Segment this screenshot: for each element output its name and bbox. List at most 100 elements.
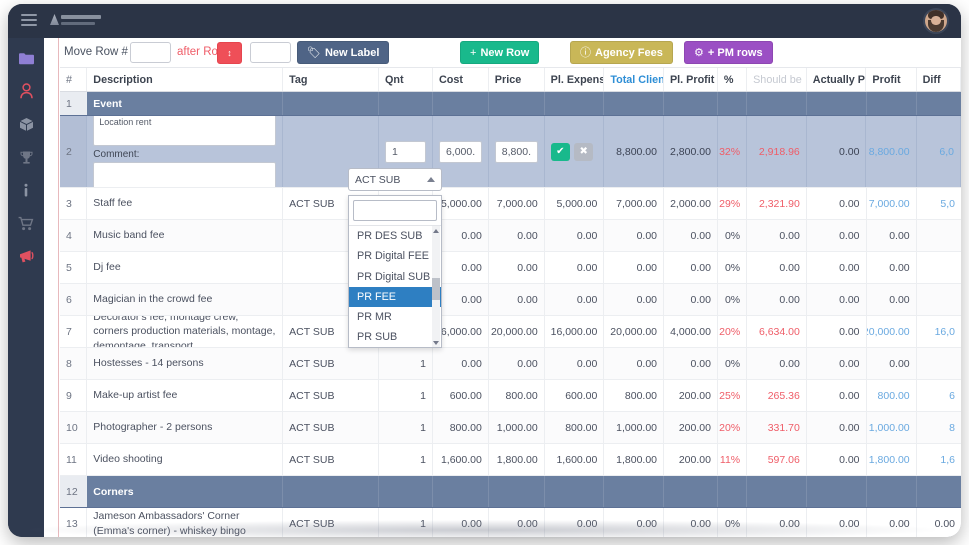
tag-value[interactable]: ACT SUB <box>283 508 379 537</box>
price-value[interactable]: 0.00 <box>489 284 545 315</box>
tag-select-toggle[interactable]: ACT SUB <box>348 168 442 191</box>
column-header-actually-paid[interactable]: Actually Paid <box>807 68 867 91</box>
cost-value[interactable]: 1,600.00 <box>433 444 489 475</box>
scroll-up-icon[interactable] <box>433 229 439 233</box>
cost-value[interactable]: 600.00 <box>433 380 489 411</box>
tag-value[interactable]: ACT SUB <box>283 348 379 379</box>
table-row[interactable]: 6 Magician in the crowd fee 1 0.00 0.00 … <box>60 284 961 316</box>
tag-value[interactable]: ACT SUB <box>283 444 379 475</box>
confirm-icon[interactable]: ✔ <box>550 142 570 161</box>
price-value[interactable]: 0.00 <box>489 252 545 283</box>
qnt-value[interactable]: 1 <box>379 508 433 537</box>
actually-paid-value[interactable]: 0.00 <box>807 412 867 443</box>
move-row-input[interactable] <box>130 42 171 63</box>
cost-value[interactable]: 800.00 <box>433 412 489 443</box>
actually-paid-value[interactable]: 0.00 <box>807 380 867 411</box>
table-row[interactable]: 7 Decorator's fee, montage crew, corners… <box>60 316 961 348</box>
comment-textarea[interactable] <box>93 162 277 187</box>
price-value[interactable]: 800.00 <box>489 380 545 411</box>
actually-paid-value[interactable]: 0.00 <box>807 508 867 537</box>
actually-paid-value[interactable]: 0.00 <box>807 220 867 251</box>
tag-search-input[interactable] <box>353 200 437 221</box>
avatar[interactable] <box>923 8 949 34</box>
sidebar-item-orders[interactable] <box>8 210 44 236</box>
description-value[interactable]: Dj fee <box>87 252 284 283</box>
scroll-down-icon[interactable] <box>433 341 439 345</box>
price-value[interactable]: 0.00 <box>489 348 545 379</box>
actually-paid-value[interactable]: 0.00 <box>807 284 867 315</box>
column-header-description[interactable]: Description <box>87 68 284 91</box>
description-value[interactable]: Staff fee <box>87 188 284 219</box>
qnt-value[interactable]: 1 <box>379 380 433 411</box>
price-value[interactable]: 1,000.00 <box>489 412 545 443</box>
description-value[interactable]: Decorator's fee, montage crew, corners p… <box>87 316 284 347</box>
price-value[interactable]: 7,000.00 <box>489 188 545 219</box>
column-header-pl-expense[interactable]: Pl. Expense <box>545 68 605 91</box>
tag-option[interactable]: PR MR <box>349 307 441 327</box>
sidebar-item-info[interactable] <box>8 177 44 203</box>
description-value[interactable]: Photographer - 2 persons <box>87 412 284 443</box>
table-row[interactable]: 4 Music band fee 1 0.00 0.00 0.00 0.00 0… <box>60 220 961 252</box>
price-value[interactable]: 20,000.00 <box>489 316 545 347</box>
qnt-input[interactable] <box>384 140 426 163</box>
price-value[interactable]: 0.00 <box>489 508 545 537</box>
column-header-cost[interactable]: Cost <box>433 68 489 91</box>
tag-option[interactable]: PR DES SUB <box>349 226 441 246</box>
new-row-button[interactable]: + New Row <box>460 41 540 64</box>
sidebar-item-projects[interactable] <box>8 45 44 71</box>
table-row[interactable]: 11 Video shooting ACT SUB 1 1,600.00 1,8… <box>60 444 961 476</box>
tag-select-dropdown[interactable]: ACT SUB PR DES SUB PR Digital FEE PR Dig… <box>348 168 442 348</box>
tag-option[interactable]: PR SUB <box>349 327 441 347</box>
scrollbar-thumb[interactable] <box>432 278 440 300</box>
cost-input[interactable] <box>438 140 482 163</box>
qnt-value[interactable]: 1 <box>379 348 433 379</box>
pm-rows-button[interactable]: ⚙ + PM rows <box>684 41 773 64</box>
new-label-button[interactable]: 🏷 New Label <box>297 41 390 64</box>
description-value[interactable]: Jameson Ambassadors' Corner (Emma's corn… <box>87 508 284 537</box>
column-header-should-be[interactable]: Should be <box>747 68 807 91</box>
qnt-value[interactable]: 1 <box>379 444 433 475</box>
cancel-icon[interactable]: ✖ <box>573 142 594 161</box>
table-row[interactable]: 3 Staff fee ACT SUB 1 5,000.00 7,000.00 … <box>60 188 961 220</box>
table-row[interactable]: 9 Make-up artist fee ACT SUB 1 600.00 80… <box>60 380 961 412</box>
table-row[interactable]: 1 Event <box>60 92 961 116</box>
swap-rows-button[interactable]: ↕ <box>217 42 242 64</box>
tag-option[interactable]: PR Digital SUB <box>349 267 441 287</box>
description-value[interactable]: Music band fee <box>87 220 284 251</box>
column-header-price[interactable]: Price <box>489 68 545 91</box>
description-value[interactable]: Hostesses - 14 persons <box>87 348 284 379</box>
sidebar-item-awards[interactable] <box>8 144 44 170</box>
qnt-value[interactable]: 1 <box>379 412 433 443</box>
description-value[interactable]: Video shooting <box>87 444 284 475</box>
sidebar-item-announcements[interactable] <box>8 243 44 269</box>
table-row[interactable]: 12 Corners <box>60 476 961 508</box>
price-value[interactable]: 1,800.00 <box>489 444 545 475</box>
actually-paid-value[interactable]: 0.00 <box>807 252 867 283</box>
cost-value[interactable]: 0.00 <box>433 348 489 379</box>
tag-option-list[interactable]: PR DES SUB PR Digital FEE PR Digital SUB… <box>349 225 441 347</box>
price-input[interactable] <box>494 140 538 163</box>
dropdown-scrollbar[interactable] <box>432 226 440 347</box>
actually-paid-value[interactable]: 0.00 <box>807 316 867 347</box>
table-row[interactable]: 10 Photographer - 2 persons ACT SUB 1 80… <box>60 412 961 444</box>
actually-paid-value[interactable]: 0.00 <box>807 444 867 475</box>
table-row[interactable]: 13 Jameson Ambassadors' Corner (Emma's c… <box>60 508 961 537</box>
table-row[interactable]: 5 Dj fee 1 0.00 0.00 0.00 0.00 0.00 0% 0… <box>60 252 961 284</box>
description-value[interactable]: Magician in the crowd fee <box>87 284 284 315</box>
after-row-input[interactable] <box>250 42 291 63</box>
column-header-num[interactable]: # <box>60 68 88 91</box>
table-row[interactable]: 8 Hostesses - 14 persons ACT SUB 1 0.00 … <box>60 348 961 380</box>
sidebar-item-clients[interactable] <box>8 78 44 104</box>
hamburger-icon[interactable] <box>21 14 37 28</box>
sidebar-item-inventory[interactable] <box>8 111 44 137</box>
price-value[interactable]: 0.00 <box>489 220 545 251</box>
column-header-tag[interactable]: Tag <box>283 68 379 91</box>
column-header-total-client[interactable]: Total Client <box>604 68 664 91</box>
tag-value[interactable]: ACT SUB <box>283 412 379 443</box>
actually-paid-value[interactable]: 0.00 <box>807 188 867 219</box>
table-row-editing[interactable]: 2 Comment: <box>60 116 961 188</box>
column-header-pl-profit[interactable]: Pl. Profit <box>664 68 718 91</box>
column-header-qnt[interactable]: Qnt <box>379 68 433 91</box>
column-header-diff[interactable]: Diff <box>917 68 961 91</box>
column-header-profit[interactable]: Profit <box>866 68 917 91</box>
